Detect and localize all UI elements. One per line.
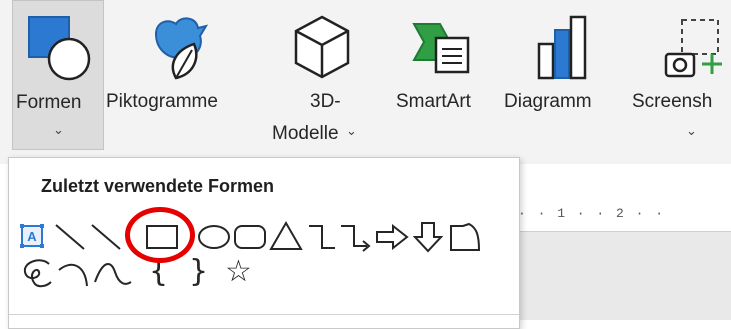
screenshot-button[interactable]: Screensh ⌄ (628, 0, 731, 150)
piktogramme-label: Piktogramme (106, 91, 218, 112)
snip-corner-rectangle-icon[interactable] (449, 222, 481, 252)
chevron-down-icon: ⌄ (686, 123, 697, 138)
formen-label: Formen (16, 92, 82, 113)
elbow-connector-icon[interactable] (307, 222, 337, 252)
3d-modelle-button[interactable]: 3D- Modelle ⌄ (266, 0, 366, 150)
3d-modelle-label-line2: Modelle (272, 123, 339, 144)
dropdown-divider (9, 314, 519, 315)
star-icon[interactable]: ☆ (225, 254, 252, 289)
text-box-letter: A (27, 229, 37, 244)
right-brace-icon[interactable]: } (189, 254, 208, 289)
piktogramme-button[interactable]: Piktogramme (106, 0, 254, 150)
ruler: · · 1 · · 2 · · (510, 196, 731, 232)
highlight-circle (125, 207, 195, 263)
formen-button[interactable]: Formen ⌄ (12, 0, 104, 150)
diagramm-label: Diagramm (504, 91, 592, 112)
arc-icon[interactable] (57, 258, 91, 288)
recent-shapes-heading: Zuletzt verwendete Formen (41, 176, 275, 196)
elbow-arrow-connector-icon[interactable] (339, 222, 373, 252)
smartart-button[interactable]: SmartArt (388, 0, 488, 150)
chevron-down-icon: ⌄ (53, 122, 64, 137)
screenshot-label: Screensh (632, 91, 713, 112)
triangle-icon[interactable] (269, 221, 303, 251)
3d-models-icon (294, 15, 350, 79)
curve-icon[interactable] (93, 258, 133, 288)
chart-icon (537, 15, 587, 80)
rounded-rectangle-icon[interactable] (233, 224, 267, 250)
text-box-icon[interactable]: A (19, 223, 45, 249)
screenshot-icon (664, 19, 722, 78)
chevron-down-icon: ⌄ (346, 123, 357, 138)
smartart-icon (412, 23, 470, 74)
line-arrow-icon[interactable] (89, 222, 123, 252)
shapes-icon (28, 16, 91, 81)
down-arrow-icon[interactable] (413, 221, 443, 253)
pictograms-icon (154, 17, 209, 80)
shapes-dropdown: Zuletzt verwendete Formen A {} ☆ (8, 157, 520, 329)
freeform-scribble-icon[interactable] (19, 258, 53, 288)
oval-icon[interactable] (197, 224, 231, 250)
line-icon[interactable] (53, 222, 87, 252)
3d-modelle-label-line1: 3D- (310, 91, 341, 112)
smartart-label: SmartArt (396, 91, 471, 112)
right-arrow-icon[interactable] (375, 224, 409, 250)
diagramm-button[interactable]: Diagramm (504, 0, 622, 150)
ribbon: Formen ⌄ Piktogramme 3D- Modelle ⌄ Smart… (0, 0, 731, 164)
